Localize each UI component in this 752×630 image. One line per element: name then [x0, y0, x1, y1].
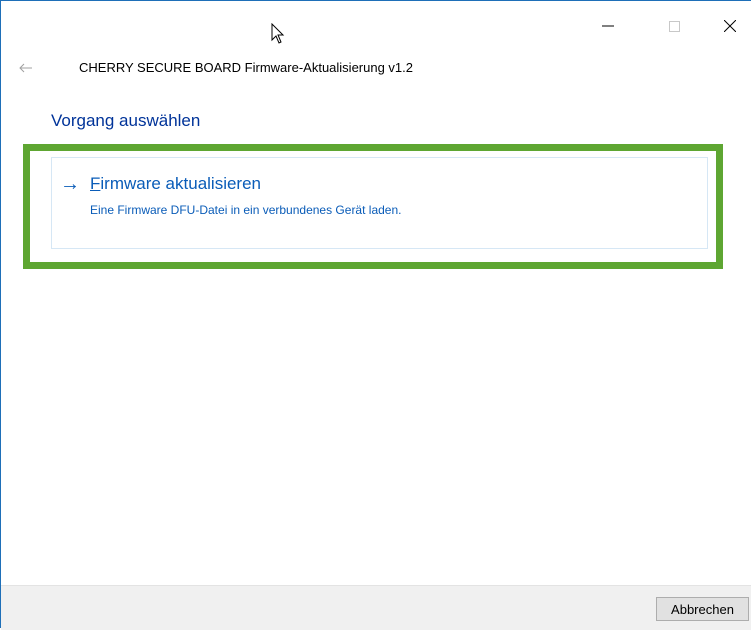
maximize-icon — [668, 20, 680, 32]
title-bar[interactable] — [1, 1, 751, 49]
minimize-button[interactable] — [585, 11, 631, 41]
option-description: Eine Firmware DFU-Datei in ein verbunden… — [90, 203, 402, 217]
footer-bar: Abbrechen — [1, 585, 751, 630]
close-icon — [724, 20, 736, 32]
back-arrow-icon — [19, 63, 32, 73]
wizard-header: CHERRY SECURE BOARD Firmware-Aktualisier… — [1, 49, 751, 89]
page-heading: Vorgang auswählen — [51, 111, 201, 130]
maximize-button[interactable] — [651, 11, 697, 41]
minimize-icon — [602, 25, 614, 27]
option-title-rest: irmware aktualisieren — [100, 174, 262, 193]
back-button[interactable] — [15, 57, 37, 79]
firmware-update-option[interactable]: → Firmware aktualisieren Eine Firmware D… — [51, 157, 708, 249]
option-title: Firmware aktualisieren — [90, 174, 261, 194]
wizard-window: CHERRY SECURE BOARD Firmware-Aktualisier… — [0, 0, 751, 630]
right-arrow-icon: → — [60, 173, 80, 195]
mouse-pointer-icon — [271, 23, 285, 44]
option-title-accelerator: F — [90, 174, 101, 193]
window-title: CHERRY SECURE BOARD Firmware-Aktualisier… — [79, 60, 414, 75]
close-button[interactable] — [707, 11, 752, 41]
cancel-button[interactable]: Abbrechen — [656, 597, 749, 621]
